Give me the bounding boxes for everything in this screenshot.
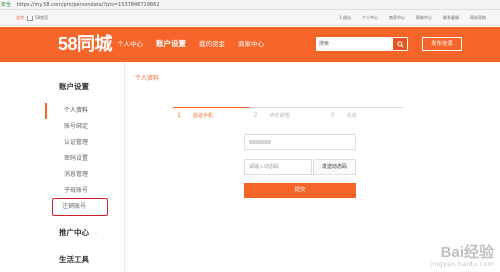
main-nav: 个人中心 账户设置 我的资金 商家中心 xyxy=(117,38,264,50)
main-header: 58同城 个人中心 账户设置 我的资金 商家中心 搜索 发布信息 xyxy=(0,27,500,62)
chevron-right-icon: › xyxy=(95,231,97,237)
sidebar-group-promotion-label: 推广中心 xyxy=(59,228,89,237)
browser-address-bar[interactable]: 安全 https://my.58.com/pro/persondata/?pts… xyxy=(0,0,500,10)
top-link-customer-service[interactable]: 联系客服 xyxy=(443,10,459,26)
submit-button[interactable]: 提交 xyxy=(244,183,356,198)
top-link-help-center[interactable]: 帮助中心 xyxy=(416,10,432,26)
send-code-button[interactable]: 发送动态码 xyxy=(313,159,356,175)
post-info-button[interactable]: 发布信息 xyxy=(422,37,462,51)
watermark: Bai经验 jingyan.baidu.com xyxy=(430,244,494,269)
step-label: 绑定邮箱 xyxy=(269,113,290,119)
breadcrumb: 个人资料 xyxy=(135,75,160,82)
watermark-logo: Bai经验 xyxy=(440,244,494,261)
nav-business-center[interactable]: 商家中心 xyxy=(238,38,264,50)
sidebar-group-life-tools[interactable]: 生活工具 xyxy=(45,254,125,266)
verification-code-input[interactable]: 请输入动态码 xyxy=(244,159,312,175)
step-label: 完成 xyxy=(346,113,357,119)
step-3: 3 完成 xyxy=(326,107,404,123)
top-links: 1 退出 个人中心 商家中心 帮助中心 联系客服 网站导航 xyxy=(339,10,486,26)
search-input[interactable]: 搜索 xyxy=(317,38,393,50)
step-number: 2 xyxy=(253,112,258,119)
sidebar-group-promotion[interactable]: 推广中心 › xyxy=(45,227,125,240)
sidebar-items: 个人资料 账号绑定 认证管理 密码设置 消息管理 子母账号 注销账号 xyxy=(45,103,125,216)
top-link-site-nav[interactable]: 网站导航 xyxy=(470,10,486,26)
sidebar-item-close-account[interactable]: 注销账号 xyxy=(52,198,108,216)
top-info-bar: 北京 58首页 1 退出 个人中心 商家中心 帮助中心 联系客服 网站导航 xyxy=(0,10,500,26)
sidebar-group-life-tools-label: 生活工具 xyxy=(59,255,89,264)
top-link-business-center[interactable]: 商家中心 xyxy=(389,10,405,26)
sidebar-item-messages[interactable]: 消息管理 xyxy=(47,167,125,183)
search-icon xyxy=(396,40,404,48)
step-label: 验证手机 xyxy=(193,113,214,119)
blurred-phone-number xyxy=(249,139,271,144)
search-button[interactable] xyxy=(393,38,407,50)
sidebar-item-profile[interactable]: 个人资料 xyxy=(45,103,125,119)
sidebar: 账户设置 个人资料 账号绑定 认证管理 密码设置 消息管理 子母账号 注销账号 … xyxy=(45,75,125,266)
sidebar-title: 账户设置 xyxy=(59,82,89,91)
sidebar-item-password[interactable]: 密码设置 xyxy=(47,151,125,167)
home-link-label: 58首页 xyxy=(35,15,49,20)
nav-my-funds[interactable]: 我的资金 xyxy=(199,38,225,50)
site-logo[interactable]: 58同城 xyxy=(58,32,113,56)
nav-personal-center[interactable]: 个人中心 xyxy=(117,38,143,50)
sidebar-item-sub-accounts[interactable]: 子母账号 xyxy=(47,183,125,199)
step-number: 1 xyxy=(177,112,181,119)
home-icon xyxy=(27,15,33,21)
search-box: 搜索 xyxy=(316,37,408,51)
sidebar-item-verification[interactable]: 认证管理 xyxy=(47,135,125,151)
nav-account-settings[interactable]: 账户设置 xyxy=(156,38,186,50)
step-number: 3 xyxy=(330,112,335,119)
security-label: 安全 xyxy=(1,2,12,8)
watermark-url: jingyan.baidu.com xyxy=(430,261,494,268)
sidebar-divider xyxy=(124,62,125,272)
step-2: 2 绑定邮箱 xyxy=(249,107,327,123)
step-1: 1 验证手机 xyxy=(173,107,250,123)
top-link-logout[interactable]: 1 退出 xyxy=(339,10,351,26)
city-selector[interactable]: 北京 xyxy=(16,10,24,26)
top-link-personal-center[interactable]: 个人中心 xyxy=(362,10,378,26)
home-link[interactable]: 58首页 xyxy=(27,10,48,26)
url-text[interactable]: https://my.58.com/pro/persondata/?pts=15… xyxy=(17,2,160,8)
phone-number-field[interactable] xyxy=(244,134,356,150)
sidebar-item-account-binding[interactable]: 账号绑定 xyxy=(47,119,125,135)
progress-steps: 1 验证手机 2 绑定邮箱 3 完成 xyxy=(173,107,404,123)
